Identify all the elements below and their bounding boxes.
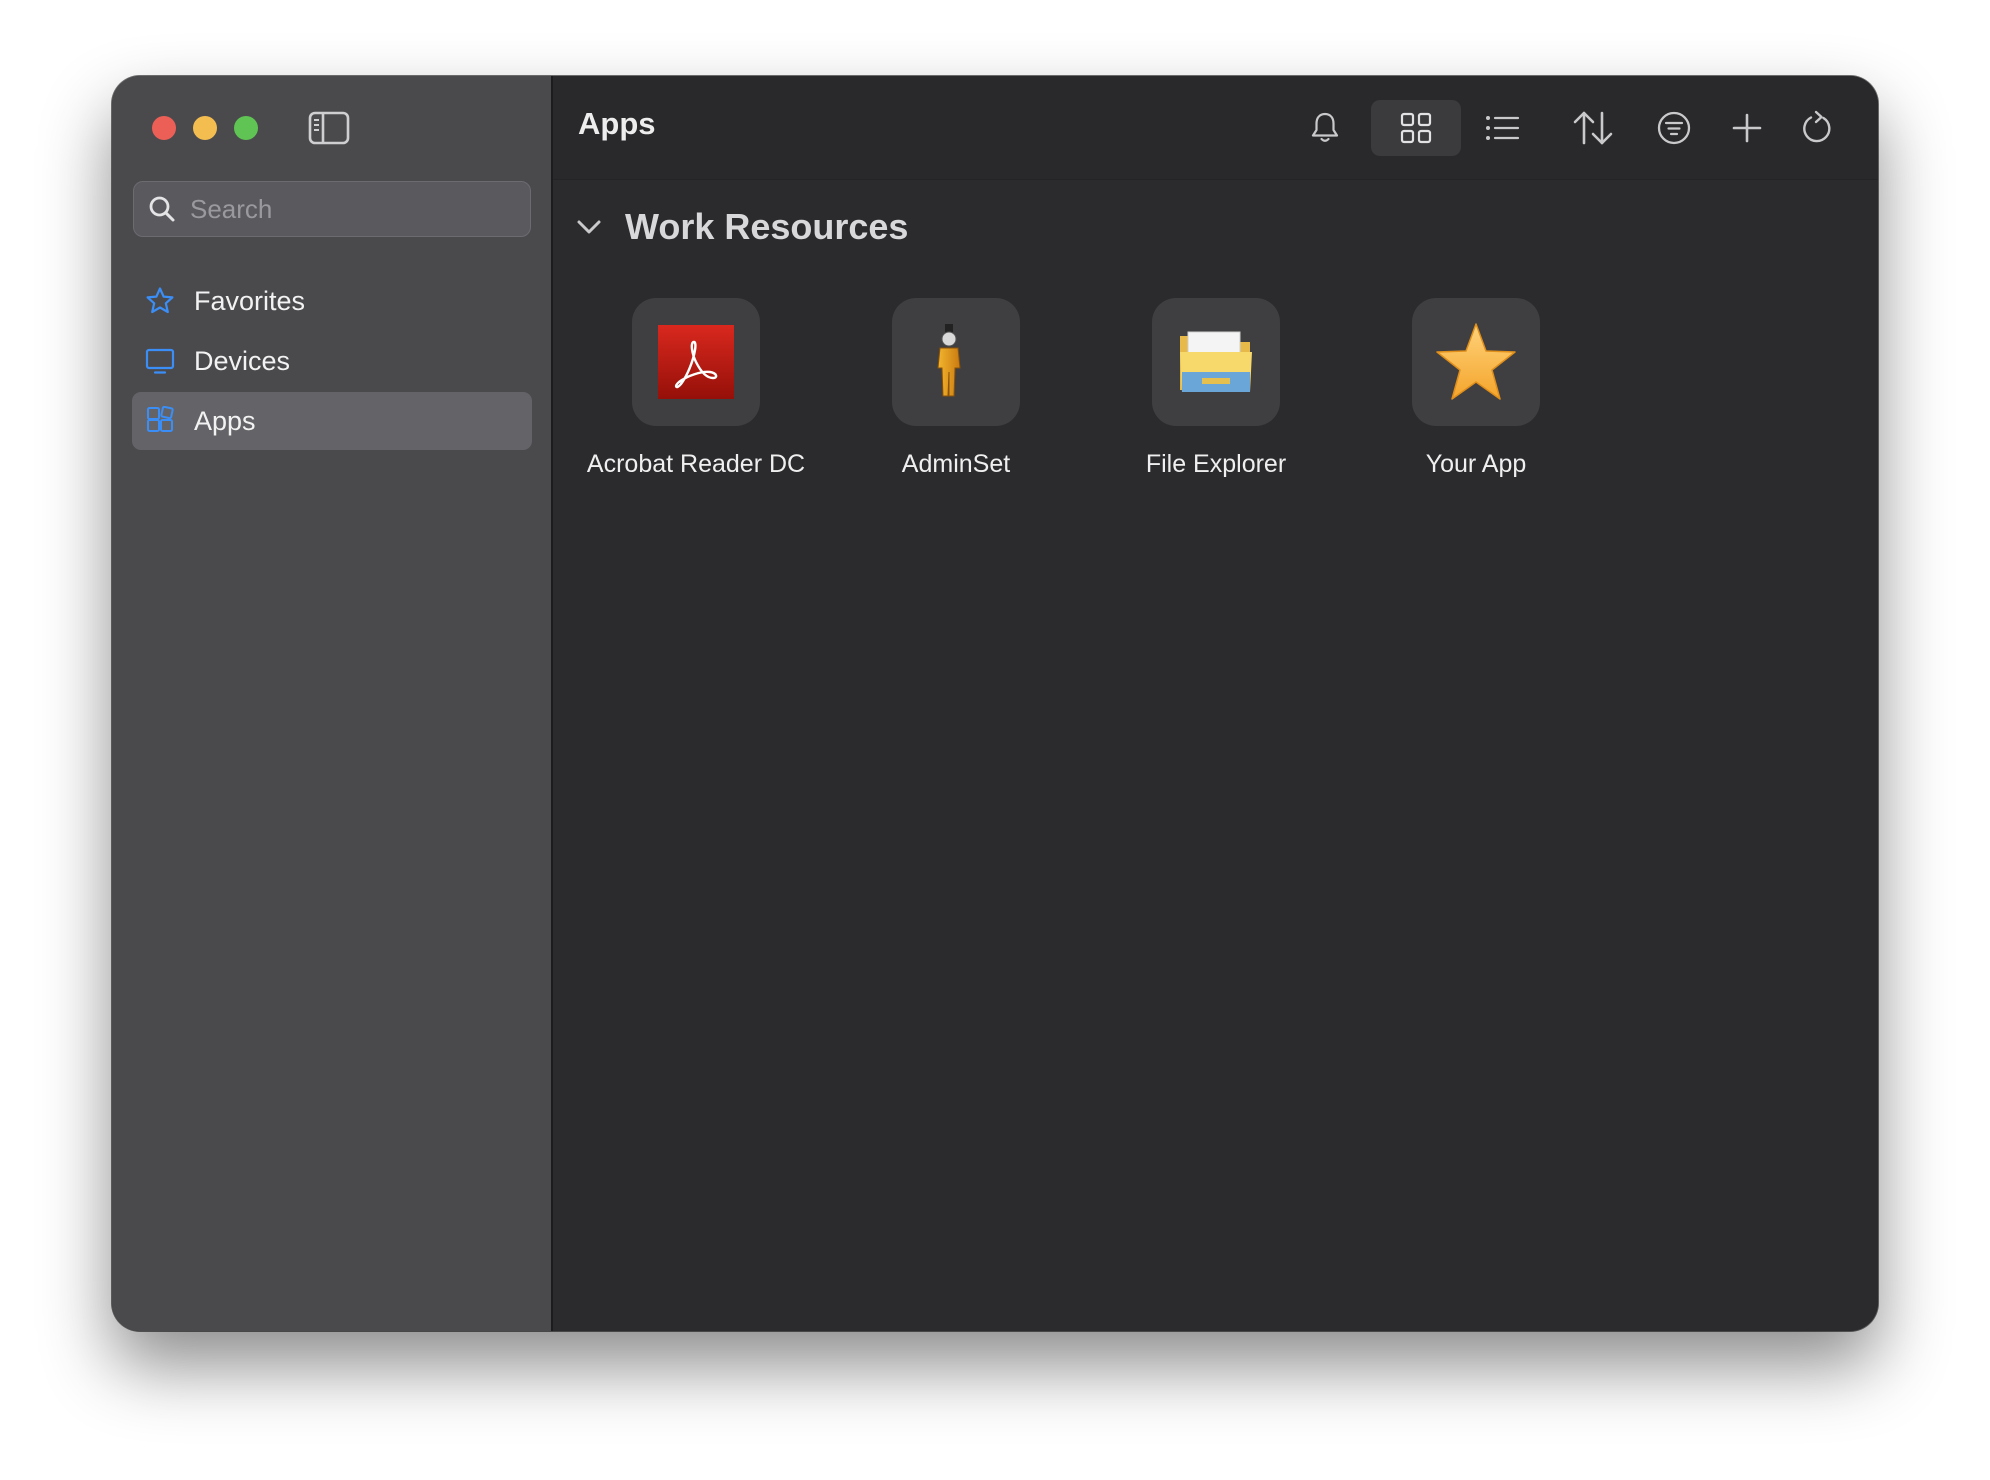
- search-icon: [149, 196, 175, 222]
- sidebar-item-devices[interactable]: Devices: [132, 332, 532, 390]
- search-input[interactable]: [188, 192, 512, 226]
- sidebar-item-apps[interactable]: Apps: [132, 392, 532, 450]
- grid-view-icon: [1400, 112, 1432, 144]
- adminset-icon: [892, 298, 1020, 426]
- section-title: Work Resources: [625, 206, 909, 247]
- sidebar-item-favorites[interactable]: Favorites: [132, 272, 532, 330]
- bell-icon: [1311, 112, 1339, 142]
- sidebar: Favorites Devices: [112, 76, 553, 1331]
- apps-grid: Acrobat Reader DC AdminSet File Explorer…: [581, 298, 1621, 479]
- app-tile-your-app[interactable]: Your App: [1361, 298, 1591, 479]
- traffic-lights: [152, 116, 258, 140]
- zoom-window-button[interactable]: [234, 116, 258, 140]
- refresh-icon: [1803, 110, 1831, 143]
- refresh-button[interactable]: [1791, 100, 1843, 156]
- sidebar-item-label: Apps: [194, 405, 256, 436]
- chevron-down-icon: [577, 220, 601, 234]
- close-window-button[interactable]: [152, 116, 176, 140]
- monitor-icon: [144, 345, 176, 377]
- star-icon: [144, 285, 176, 317]
- sidebar-toggle-icon[interactable]: [308, 111, 350, 145]
- toolbar: Apps: [553, 76, 1878, 180]
- sidebar-nav: Favorites Devices Apps: [132, 272, 532, 452]
- notifications-button[interactable]: [1297, 100, 1353, 156]
- acrobat-reader-icon: [632, 298, 760, 426]
- grid-view-button[interactable]: [1371, 100, 1461, 156]
- apps-icon: [144, 405, 176, 437]
- app-label: Acrobat Reader DC: [586, 450, 806, 478]
- star-app-icon: [1412, 298, 1540, 426]
- sort-button[interactable]: [1563, 100, 1623, 156]
- page-title: Apps: [578, 106, 656, 141]
- list-view-icon: [1486, 116, 1520, 140]
- sidebar-item-label: Devices: [194, 345, 291, 376]
- sidebar-item-label: Favorites: [194, 285, 306, 316]
- plus-icon: [1732, 113, 1762, 143]
- minimize-window-button[interactable]: [193, 116, 217, 140]
- app-tile-file-explorer[interactable]: File Explorer: [1101, 298, 1331, 479]
- section-header-work-resources[interactable]: Work Resources: [575, 206, 908, 248]
- filter-icon: [1657, 111, 1691, 145]
- add-button[interactable]: [1721, 100, 1773, 156]
- app-label: File Explorer: [1145, 450, 1287, 478]
- sort-icon: [1573, 111, 1613, 145]
- search-box[interactable]: [133, 181, 531, 237]
- file-explorer-icon: [1152, 298, 1280, 426]
- app-tile-adminset[interactable]: AdminSet: [841, 298, 1071, 479]
- app-label: AdminSet: [901, 450, 1011, 478]
- list-view-button[interactable]: [1472, 100, 1532, 156]
- app-tile-acrobat-reader[interactable]: Acrobat Reader DC: [581, 298, 811, 479]
- app-window: Favorites Devices: [112, 76, 1878, 1331]
- main-content: Apps Work Resources Acrobat Reader DC Ad…: [553, 76, 1878, 1331]
- app-label: Your App: [1425, 450, 1527, 478]
- filter-button[interactable]: [1646, 100, 1702, 156]
